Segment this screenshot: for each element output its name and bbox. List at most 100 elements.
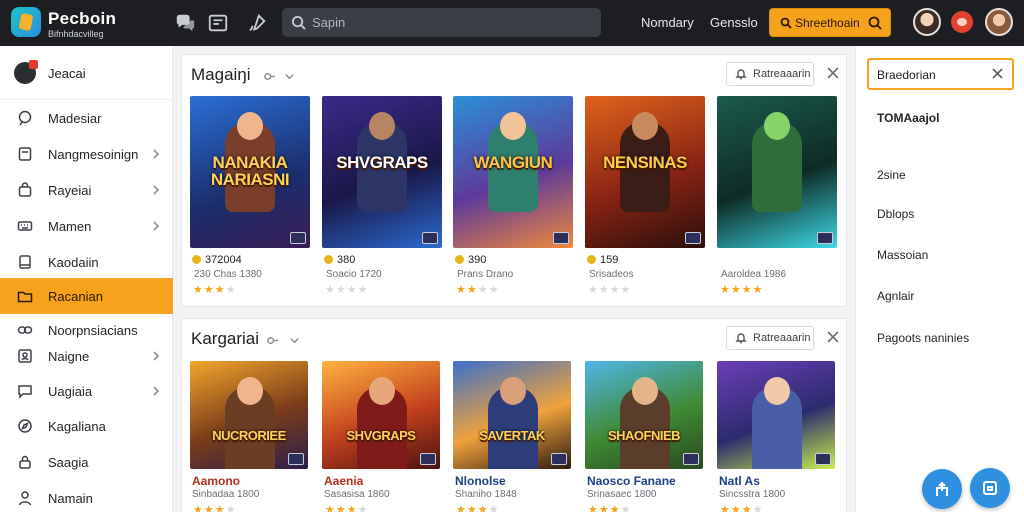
card-meta: Srinasaec 1800 [587,489,657,500]
filter-field[interactable] [867,58,1014,90]
sidebar-item[interactable]: Racanian [0,278,173,314]
right-panel-item[interactable]: TOMAaajol [877,111,939,125]
card-score: 390 [455,254,486,266]
sidebar-item-label: Racanian [48,289,103,304]
right-panel-item[interactable]: Agnlair [877,289,914,303]
right-panel-item[interactable]: Dblops [877,207,914,221]
game-cover[interactable]: NANAKIA NARIASNI [190,96,310,248]
filter-button[interactable]: Ratreaaarin [726,326,814,350]
image-gallery-icon[interactable] [207,12,229,34]
filter-input[interactable] [877,66,982,83]
chevron-down-icon[interactable] [283,70,296,83]
sidebar-item[interactable]: Kaodaiin [0,244,173,280]
brand-name: Pecboin [48,9,117,28]
right-panel-item[interactable]: Pagoots naninies [877,331,969,345]
profile-avatar[interactable] [985,8,1013,36]
search-bar[interactable] [282,8,601,37]
platform-badge-icon [288,453,304,465]
bag-icon [17,182,33,198]
link-icon [17,322,33,338]
card-score: 159 [587,254,618,266]
sidebar-item-label: Kaodaiin [48,255,99,270]
game-cover[interactable]: SHVGRAPS [322,361,440,469]
nav-link-1[interactable]: Nomdary [641,15,694,30]
sidebar-item[interactable]: Uagiaia [0,373,173,409]
app-logo[interactable] [11,7,41,37]
game-cover[interactable] [717,361,835,469]
close-icon[interactable] [826,330,840,344]
card-meta: Prans Drano [457,269,514,280]
star-rating: ★★★★ [720,284,764,296]
cover-title: NANAKIA NARIASNI [210,153,290,189]
character-head [764,112,790,140]
bell-icon [735,333,747,344]
sidebar-item[interactable]: Kagaliana [0,408,173,444]
character-head [632,112,658,140]
platform-badge-icon [815,453,831,465]
notification-avatar[interactable] [951,11,973,33]
search-icon [291,15,306,30]
platform-badge-icon [553,232,569,244]
card-meta: Soacio 1720 [326,269,382,280]
platform-badge-icon [685,232,701,244]
sidebar-item[interactable]: Madesiar [0,100,173,136]
search-input[interactable] [312,12,592,33]
sidebar-item[interactable]: Rayeiai [0,172,173,208]
card-meta: Sasasisa 1860 [324,489,390,500]
sidebar-item[interactable]: Namain [0,480,173,512]
card-score-value: 159 [600,254,619,266]
link-icon[interactable] [263,70,276,83]
chevron-down-icon[interactable] [288,334,301,347]
card-score: 380 [324,254,355,266]
sidebar-item-label: Noorpnsiacians [48,323,138,338]
user-avatar[interactable] [913,8,941,36]
folder-icon [17,288,33,304]
card-name[interactable]: Aamono [192,474,240,488]
star-rating: ★★★★ [193,504,237,512]
chat-bubble-icon [17,383,33,399]
chevron-right-icon [151,349,161,361]
clear-icon[interactable] [991,67,1004,80]
chat-fab[interactable] [970,468,1010,508]
link-icon[interactable] [266,334,279,347]
card-name[interactable]: Aaenia [324,474,363,488]
cover-title: WANGIUN [473,153,553,172]
game-cover[interactable]: NENSINAS [585,96,705,248]
coin-icon [324,255,333,264]
sidebar-item[interactable]: Nangmesoinign [0,136,173,172]
sidebar-item[interactable]: Mamen [0,208,173,244]
cta-button[interactable]: Shreethoain [769,8,891,37]
character-head [500,112,526,140]
sidebar-item[interactable]: Saagia [0,444,173,480]
card-name[interactable]: Nlonolse [455,474,506,488]
card-name[interactable]: Naosco Fanane [587,474,676,488]
card-meta: Shaniho 1848 [455,489,517,500]
cover-title: SHVGRAPS [336,153,428,172]
sidebar: Jeacai Madesiar Nangmesoinign Rayeiai Mamen… [0,46,173,512]
nav-link-2[interactable]: Gensslo [710,15,758,30]
cover-title: SAVERTAK [479,428,545,443]
right-panel-item[interactable]: 2sine [877,168,906,182]
right-panel-item[interactable]: Massoian [877,248,928,262]
chat-icon[interactable] [174,12,196,34]
card-meta: Sincsstra 1800 [719,489,786,500]
card-score-value: 390 [468,254,487,266]
brush-icon[interactable] [246,12,268,34]
close-icon[interactable] [826,66,840,80]
person-icon [17,490,33,506]
game-cover[interactable]: SHAOFNIEB [585,361,703,469]
star-rating: ★★★★ [193,284,237,296]
filter-button[interactable]: Ratreaaarin [726,62,814,86]
sidebar-item-label: Rayeiai [48,183,92,198]
game-cover[interactable] [717,96,837,248]
game-cover[interactable]: WANGIUN [453,96,573,248]
game-cover[interactable]: NUCRORIEE [190,361,308,469]
game-cover[interactable]: SHVGRAPS [322,96,442,248]
sidebar-header[interactable]: Jeacai [0,46,173,100]
game-cover[interactable]: SAVERTAK [453,361,571,469]
character-head [500,377,526,405]
cta-label: Shreethoain [795,16,860,30]
card-name[interactable]: Natl As [719,474,760,488]
share-fab[interactable] [922,469,962,509]
sidebar-item[interactable]: Naigne [0,338,173,374]
